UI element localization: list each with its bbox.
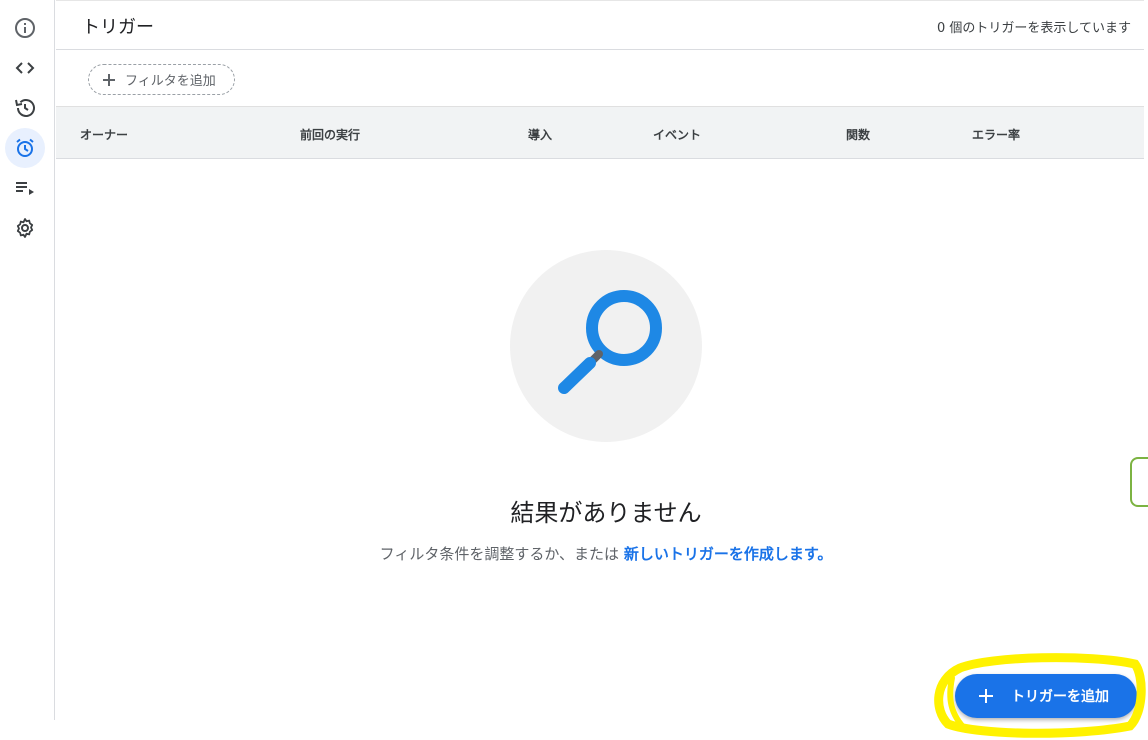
add-trigger-label: トリガーを追加	[1011, 689, 1109, 705]
column-header-owner[interactable]: オーナー	[80, 126, 128, 143]
left-nav-rail	[0, 0, 55, 720]
history-icon[interactable]	[5, 88, 45, 128]
trigger-count-text: 0 個のトリガーを表示しています	[936, 21, 1131, 36]
playlist-play-icon[interactable]	[5, 168, 45, 208]
add-filter-button[interactable]: フィルタを追加	[88, 64, 235, 95]
column-header-deployment[interactable]: 導入	[528, 126, 552, 143]
gear-icon[interactable]	[5, 208, 45, 248]
filter-bar: フィルタを追加	[56, 51, 1144, 106]
create-trigger-link[interactable]: 新しいトリガーを作成します。	[624, 545, 833, 563]
empty-state-hint: フィルタ条件を調整するか、または	[379, 545, 624, 563]
magnifier-icon	[558, 290, 662, 394]
add-trigger-button[interactable]: トリガーを追加	[955, 674, 1137, 718]
page-title: トリガー	[82, 17, 154, 38]
plus-icon	[979, 689, 993, 703]
table-header-row: オーナー 前回の実行 導入 イベント 関数 エラー率	[56, 106, 1144, 159]
alarm-icon[interactable]	[5, 128, 45, 168]
column-header-function[interactable]: 関数	[846, 126, 870, 143]
side-panel-handle[interactable]	[1130, 457, 1148, 507]
page-header: トリガー 0 個のトリガーを表示しています	[56, 0, 1144, 50]
empty-state: 結果がありません フィルタ条件を調整するか、または 新しいトリガーを作成します。	[56, 160, 1148, 660]
add-filter-label: フィルタを追加	[125, 74, 216, 89]
plus-icon	[103, 73, 115, 86]
column-header-error-rate[interactable]: エラー率	[972, 126, 1020, 143]
code-icon[interactable]	[5, 48, 45, 88]
empty-state-title: 結果がありません	[510, 499, 702, 527]
info-icon[interactable]	[5, 8, 45, 48]
column-header-last-run[interactable]: 前回の実行	[300, 126, 360, 143]
empty-state-illustration	[510, 250, 702, 442]
main-content: トリガー 0 個のトリガーを表示しています フィルタを追加 オーナー 前回の実行…	[56, 0, 1144, 740]
empty-state-subtitle: フィルタ条件を調整するか、または 新しいトリガーを作成します。	[56, 543, 1148, 564]
column-header-event[interactable]: イベント	[653, 126, 701, 143]
